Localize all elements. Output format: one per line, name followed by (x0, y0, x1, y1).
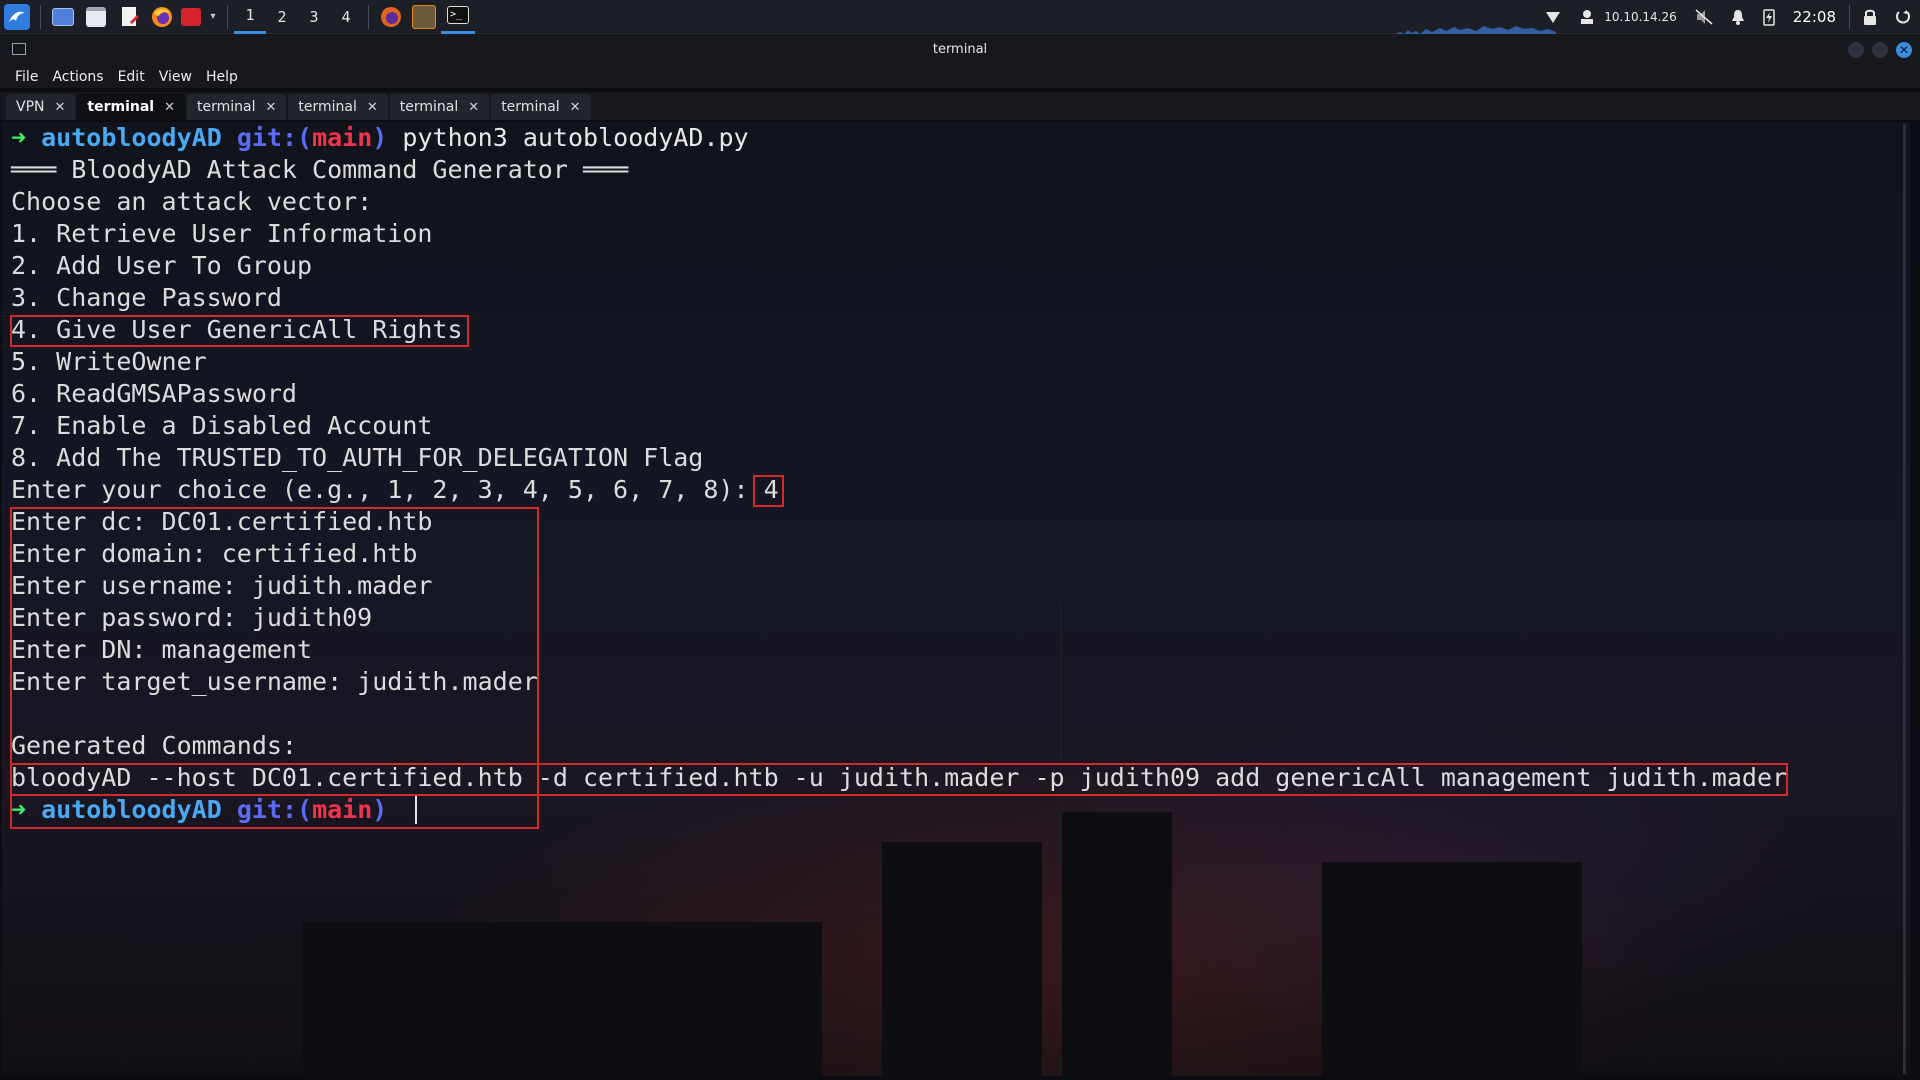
tab-bar: VPN ✕ terminal ✕ terminal ✕ terminal ✕ termi… (0, 92, 1920, 120)
file-manager-icon[interactable] (79, 0, 113, 34)
prompt-git-close: ) (372, 123, 388, 152)
chevron-down-icon[interactable]: ▾ (205, 0, 221, 34)
highlight-box-option-4 (10, 315, 469, 347)
menubar: File Actions Edit View Help (0, 66, 1920, 88)
tab-label: terminal (197, 99, 256, 115)
background-building (302, 922, 822, 1076)
system-tray: 10.10.14.26 22:08 (1536, 0, 1920, 34)
close-icon[interactable]: ✕ (570, 100, 581, 115)
output-line: Choose an attack vector: (11, 187, 373, 216)
volume-muted-icon[interactable] (1695, 9, 1713, 25)
panel-separator (40, 4, 41, 29)
prompt-arrow: ➜ (11, 123, 27, 152)
close-icon[interactable]: ✕ (367, 100, 378, 115)
burpsuite-task-icon[interactable] (407, 0, 441, 34)
battery-charging-icon[interactable] (1763, 8, 1775, 26)
tab-label: terminal (87, 99, 155, 115)
maximize-button[interactable] (1872, 42, 1888, 58)
tab-terminal-2[interactable]: terminal ✕ (187, 94, 287, 120)
power-icon[interactable] (1895, 9, 1911, 25)
show-desktop-icon[interactable] (47, 0, 79, 34)
menu-option-6: 6. ReadGMSAPassword (11, 379, 297, 408)
background-building (1062, 812, 1172, 1076)
prompt-branch: main (312, 123, 373, 152)
notification-bell-icon[interactable] (1731, 9, 1745, 25)
background-antenna (1060, 602, 1062, 842)
terminal-task-icon[interactable]: >_ (441, 0, 475, 34)
network-icon[interactable] (1545, 10, 1561, 24)
background-building (1322, 862, 1582, 1076)
menu-view[interactable]: View (159, 69, 192, 85)
choice-prompt: Enter your choice (e.g., 1, 2, 3, 4, 5, … (11, 475, 764, 504)
tab-label: terminal (399, 99, 459, 115)
prompt-line: ➜ autobloodyAD git:(main) python3 autobl… (11, 122, 749, 154)
firefox-task-icon[interactable] (375, 0, 407, 34)
terminal-scrollbar[interactable] (1903, 124, 1906, 1074)
lock-icon[interactable] (1863, 9, 1877, 25)
tab-terminal-1[interactable]: terminal ✕ (77, 94, 186, 120)
window-title: terminal (932, 42, 988, 57)
minimize-button[interactable] (1848, 42, 1864, 58)
app-red-icon[interactable] (177, 0, 205, 34)
tab-vpn[interactable]: VPN ✕ (6, 94, 76, 120)
vpn-user-icon[interactable] (1579, 9, 1595, 25)
panel-separator (227, 4, 228, 29)
menu-file[interactable]: File (15, 69, 38, 85)
top-panel: ▾ 1 2 3 4 >_ 10.10.14.26 22:08 (0, 0, 1920, 34)
workspace-3[interactable]: 3 (298, 0, 330, 34)
highlight-box-choice (753, 475, 784, 507)
close-icon[interactable]: ✕ (55, 100, 66, 115)
menu-option-3: 3. Change Password (11, 283, 282, 312)
clock[interactable]: 22:08 (1793, 8, 1836, 26)
ip-address: 10.10.14.26 (1604, 10, 1677, 24)
close-icon[interactable]: ✕ (266, 100, 277, 115)
menu-option-7: 7. Enable a Disabled Account (11, 411, 433, 440)
highlight-box-command (10, 763, 1788, 796)
tab-terminal-5[interactable]: terminal ✕ (491, 94, 591, 120)
panel-separator (368, 4, 369, 29)
close-button[interactable]: ✕ (1896, 42, 1912, 58)
menu-option-1: 1. Retrieve User Information (11, 219, 433, 248)
tab-terminal-4[interactable]: terminal ✕ (389, 94, 490, 120)
text-editor-icon[interactable] (113, 0, 147, 34)
tab-label: terminal (501, 99, 560, 115)
menu-help[interactable]: Help (206, 69, 238, 85)
background-building (882, 842, 1042, 1076)
tab-label: VPN (16, 99, 45, 115)
panel-separator (1849, 5, 1850, 29)
menu-option-8: 8. Add The TRUSTED_TO_AUTH_FOR_DELEGATIO… (11, 443, 704, 472)
kali-menu-icon[interactable] (0, 0, 34, 34)
window-titlebar[interactable]: terminal ✕ (0, 34, 1920, 66)
menu-actions[interactable]: Actions (52, 69, 103, 85)
choice-prompt-line: Enter your choice (e.g., 1, 2, 3, 4, 5, … (11, 474, 779, 506)
workspace-2[interactable]: 2 (266, 0, 298, 34)
prompt-git-label: git:( (236, 123, 313, 152)
close-icon[interactable]: ✕ (468, 100, 479, 115)
menu-option-2: 2. Add User To Group (11, 251, 313, 280)
tab-terminal-3[interactable]: terminal ✕ (288, 94, 388, 120)
tab-label: terminal (298, 99, 357, 115)
workspace-4[interactable]: 4 (330, 0, 362, 34)
close-icon[interactable]: ✕ (164, 100, 175, 115)
terminal-output[interactable]: ➜ autobloodyAD git:(main) python3 autobl… (2, 122, 1910, 1076)
menu-edit[interactable]: Edit (118, 69, 145, 85)
typed-command: python3 autobloodyAD.py (402, 123, 749, 152)
prompt-directory: autobloodyAD (41, 123, 222, 152)
network-graph (1396, 26, 1556, 34)
menu-option-5: 5. WriteOwner (11, 347, 207, 376)
workspace-1[interactable]: 1 (234, 0, 266, 34)
output-header: ═══ BloodyAD Attack Command Generator ══… (11, 155, 629, 184)
firefox-icon[interactable] (147, 0, 177, 34)
